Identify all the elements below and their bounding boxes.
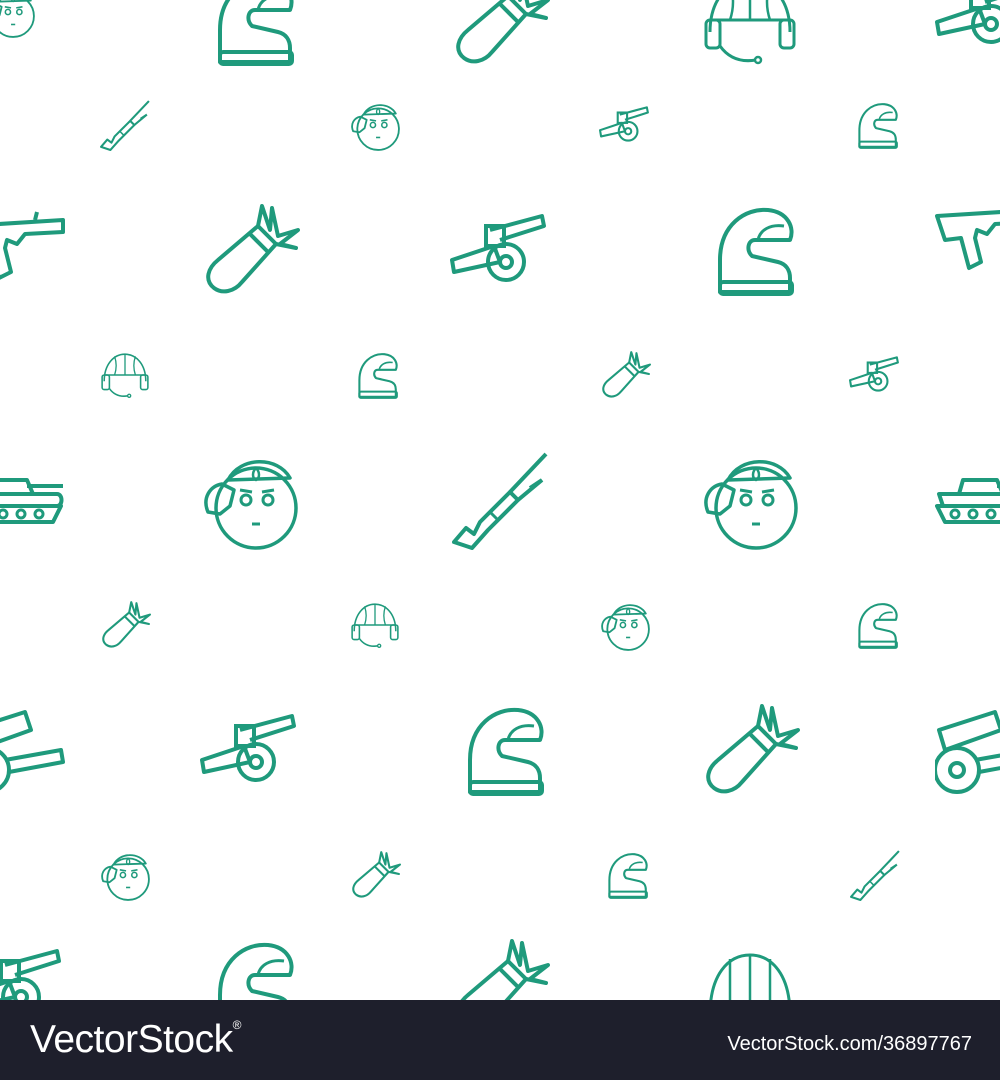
rifle-icon xyxy=(452,452,548,550)
logo-stock-text: Stock xyxy=(137,1018,234,1061)
tank-icon xyxy=(935,478,1000,524)
motorcycle-helmet-icon xyxy=(608,853,648,899)
soldier-salute-icon xyxy=(351,104,400,151)
cannon-icon xyxy=(450,214,546,282)
soldier-salute-icon xyxy=(101,854,150,901)
soldier-salute-icon xyxy=(601,604,650,651)
hard-hat-icon xyxy=(702,953,798,1000)
motorcycle-helmet-icon xyxy=(718,207,794,296)
pilot-helmet-icon xyxy=(101,353,149,399)
cannon-icon xyxy=(0,949,61,1000)
field-gun-icon xyxy=(935,710,1000,794)
bomb-icon xyxy=(102,601,151,648)
motorcycle-helmet-icon xyxy=(218,0,294,66)
soldier-salute-icon xyxy=(0,0,35,38)
motorcycle-helmet-icon xyxy=(858,103,898,149)
logo-vector-text: Vector xyxy=(30,1018,138,1061)
bomb-icon xyxy=(602,351,651,398)
cannon-icon xyxy=(200,714,296,782)
bomb-icon xyxy=(206,204,300,294)
cannon-icon xyxy=(849,356,899,392)
assault-rifle-icon xyxy=(935,200,1000,270)
bomb-icon xyxy=(706,704,800,794)
rifle-icon xyxy=(850,850,900,901)
cannon-icon xyxy=(599,106,649,142)
vectorstock-logo: VectorStock® xyxy=(30,1018,241,1066)
cannon-icon xyxy=(935,0,1000,44)
field-gun-icon xyxy=(0,710,65,794)
image-id-label: VectorStock.com/36897767 xyxy=(727,1033,972,1055)
rifle-icon xyxy=(100,100,150,151)
logo-registered-mark: ® xyxy=(232,1018,242,1032)
pilot-helmet-icon xyxy=(351,603,399,649)
soldier-salute-icon xyxy=(704,459,798,550)
soldier-salute-icon xyxy=(204,459,298,550)
motorcycle-helmet-icon xyxy=(358,353,398,399)
watermark-footer-bar: VectorStock® VectorStock.com/36897767 xyxy=(0,1000,1000,1080)
motorcycle-helmet-icon xyxy=(468,707,544,796)
tank-icon xyxy=(0,478,65,524)
icon-pattern-background xyxy=(0,0,1000,1000)
bomb-icon xyxy=(456,0,550,64)
pilot-helmet-icon xyxy=(704,0,796,65)
assault-rifle-icon xyxy=(0,210,65,280)
motorcycle-helmet-icon xyxy=(858,603,898,649)
bomb-icon xyxy=(352,851,401,898)
motorcycle-helmet-icon xyxy=(218,942,294,1000)
bomb-icon xyxy=(456,939,550,1000)
